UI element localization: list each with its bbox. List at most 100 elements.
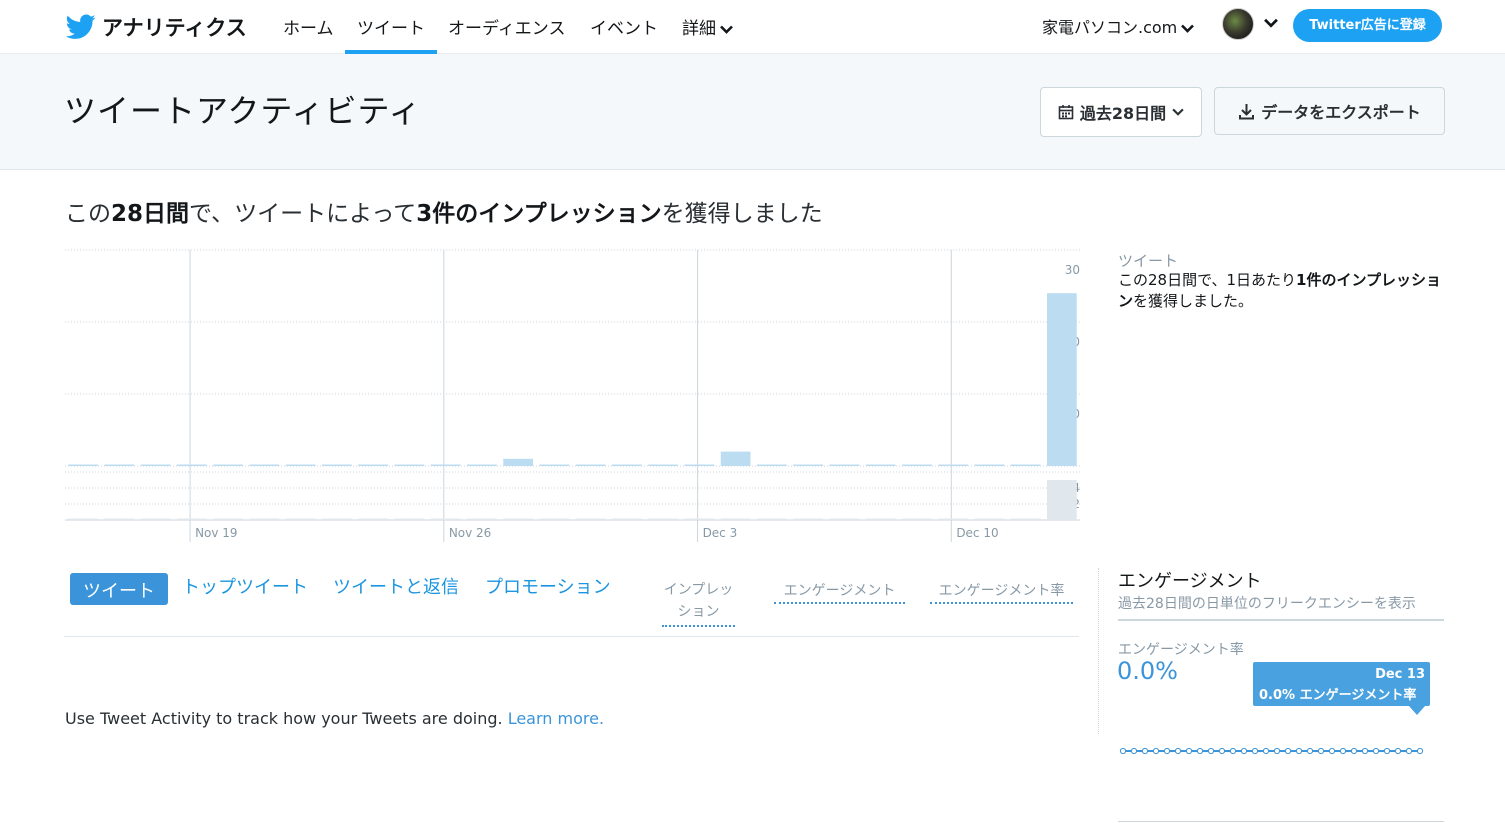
calendar-icon	[1058, 105, 1074, 120]
engagements-bar	[720, 518, 751, 520]
engagements-bar	[285, 518, 316, 520]
sparkline-point[interactable]	[1273, 747, 1281, 755]
sparkline-point[interactable]	[1394, 747, 1402, 755]
engagement-rate-label: エンゲージメント率	[1118, 642, 1244, 658]
sparkline-point[interactable]	[1416, 747, 1424, 755]
impressions-bar	[1047, 293, 1077, 466]
sparkline-point[interactable]	[1350, 747, 1358, 755]
nav-home[interactable]: ホーム	[283, 14, 334, 54]
summary-period: 28日間	[111, 201, 190, 227]
engagement-divider	[1098, 568, 1099, 734]
page-title: ツイートアクティビティ	[64, 92, 422, 130]
nav-audience[interactable]: オーディエンス	[448, 14, 565, 54]
sparkline-point[interactable]	[1405, 747, 1413, 755]
engagements-bar	[829, 518, 860, 520]
engagements-bar	[104, 518, 135, 520]
account-switcher[interactable]: 家電パソコン.com	[1042, 14, 1195, 38]
sparkline-point[interactable]	[1372, 747, 1380, 755]
impressions-bar	[177, 464, 207, 466]
engagements-bar	[467, 518, 497, 520]
impressions-bar	[285, 464, 316, 466]
engagement-rule	[1118, 619, 1444, 621]
impressions-bar	[865, 464, 896, 466]
avatar[interactable]	[1222, 8, 1254, 40]
chevron-down-icon[interactable]	[1264, 18, 1278, 28]
engagements-bar	[974, 518, 1005, 520]
sparkline-point[interactable]	[1119, 747, 1127, 755]
column-impressions[interactable]: インプレッション	[662, 579, 735, 627]
nav-tweets[interactable]: ツイート	[345, 14, 437, 54]
engagements-bar	[213, 518, 243, 520]
sparkline-point[interactable]	[1196, 747, 1204, 755]
summary-suffix: を獲得しました	[661, 201, 823, 227]
impressions-chart: 10203024Nov 19Nov 26Dec 3Dec 10	[60, 244, 1090, 550]
sparkline-point[interactable]	[1328, 747, 1336, 755]
sparkline-point[interactable]	[1339, 747, 1347, 755]
sparkline-point[interactable]	[1383, 747, 1391, 755]
engagements-bar	[1010, 518, 1041, 520]
sparkline-point[interactable]	[1251, 747, 1259, 755]
sparkline-point[interactable]	[1130, 747, 1138, 755]
sparkline-point[interactable]	[1284, 747, 1292, 755]
engagements-bar	[322, 518, 352, 520]
tab-tweets-and-replies[interactable]: ツイートと返信	[333, 573, 459, 599]
sparkline-point[interactable]	[1152, 747, 1160, 755]
impressions-bar	[104, 464, 135, 466]
sparkline-point[interactable]	[1163, 747, 1171, 755]
engagement-bottom-rule	[1118, 821, 1444, 822]
impressions-bar	[938, 464, 968, 466]
impressions-bar	[974, 464, 1005, 466]
tab-tweets[interactable]: ツイート	[70, 573, 168, 605]
engagements-bar	[358, 518, 388, 520]
summary-middle: で、ツイートによって	[189, 201, 417, 227]
engagements-bar	[140, 518, 171, 520]
tabs-divider	[64, 636, 1079, 637]
column-engagements[interactable]: エンゲージメント	[774, 580, 905, 604]
date-range-label: 過去28日間	[1079, 104, 1167, 123]
sparkline-point[interactable]	[1361, 747, 1369, 755]
impressions-bar	[684, 464, 715, 466]
sparkline-point[interactable]	[1240, 747, 1248, 755]
engagements-bar	[793, 518, 823, 520]
twitter-ads-signup-button[interactable]: Twitter広告に登録	[1293, 9, 1442, 42]
engagements-bar	[539, 518, 570, 520]
sparkline-point[interactable]	[1185, 747, 1193, 755]
engagements-bar	[938, 518, 968, 520]
nav-events[interactable]: イベント	[590, 14, 658, 54]
impressions-bar	[575, 464, 606, 466]
engagements-bar	[249, 518, 280, 520]
sparkline-point[interactable]	[1317, 747, 1325, 755]
sparkline-point[interactable]	[1229, 747, 1237, 755]
sparkline-point[interactable]	[1141, 747, 1149, 755]
engagements-bar	[575, 518, 606, 520]
impressions-bar	[394, 464, 425, 466]
sparkline-point[interactable]	[1218, 747, 1226, 755]
tab-top-tweets[interactable]: トップツイート	[182, 573, 308, 599]
impressions-bar	[322, 464, 352, 466]
x-tick-label: Dec 3	[703, 526, 738, 540]
tab-promotion[interactable]: プロモーション	[485, 573, 611, 599]
sparkline-point[interactable]	[1295, 747, 1303, 755]
impressions-bar	[467, 464, 497, 466]
brand-name: アナリティクス	[102, 16, 247, 40]
top-navigation: アナリティクス ホーム ツイート オーディエンス イベント 詳細 家電パソコン.…	[0, 0, 1505, 54]
engagement-subtitle: 過去28日間の日単位のフリークエンシーを表示	[1118, 596, 1416, 612]
impressions-summary: この28日間で、ツイートによって3件のインプレッションを獲得しました	[65, 194, 823, 228]
date-range-button[interactable]: 過去28日間	[1040, 87, 1202, 137]
summary-prefix: この	[65, 201, 111, 227]
export-data-button[interactable]: データをエクスポート	[1214, 87, 1445, 135]
engagements-bar	[612, 518, 642, 520]
engagements-bar	[648, 518, 678, 520]
nav-more[interactable]: 詳細	[682, 14, 733, 54]
sparkline-point[interactable]	[1174, 747, 1182, 755]
sparkline-point[interactable]	[1207, 747, 1215, 755]
sparkline-point[interactable]	[1262, 747, 1270, 755]
column-engagement-rate[interactable]: エンゲージメント率	[930, 580, 1073, 604]
impressions-chart-svg: 10203024Nov 19Nov 26Dec 3Dec 10	[65, 249, 1080, 542]
sparkline-point[interactable]	[1306, 747, 1314, 755]
brand-logo[interactable]: アナリティクス	[66, 12, 247, 42]
impressions-bar	[213, 464, 243, 466]
learn-more-link[interactable]: Learn more.	[508, 709, 604, 728]
engagements-bar	[394, 518, 425, 520]
impressions-bar	[829, 464, 860, 466]
